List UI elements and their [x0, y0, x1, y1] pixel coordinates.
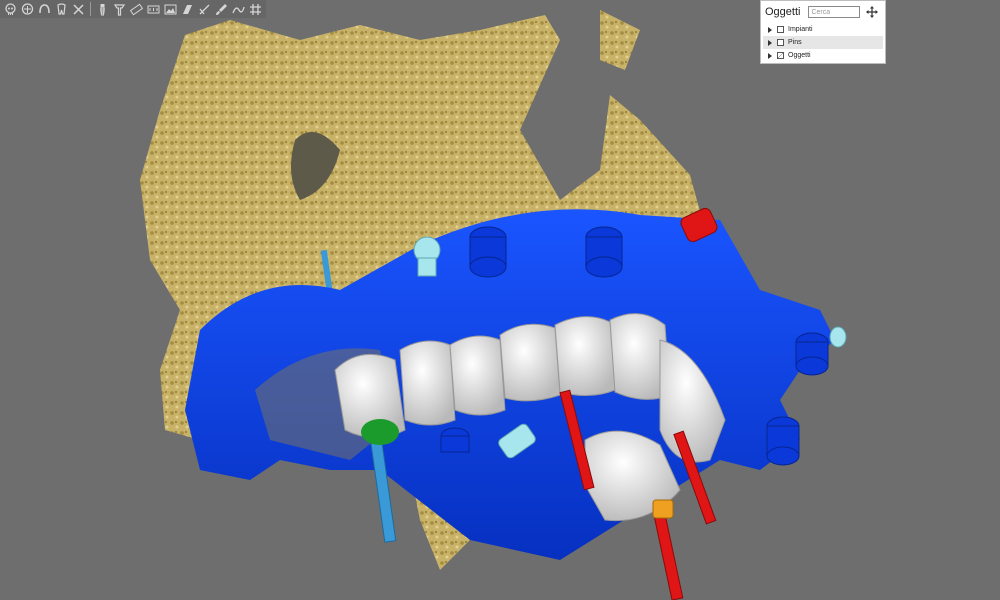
ruler-icon[interactable]: [128, 1, 145, 18]
curve-icon[interactable]: [230, 1, 247, 18]
objects-panel-header: Oggetti: [761, 1, 885, 23]
toolbar-separator: [90, 2, 91, 16]
implant-icon[interactable]: [94, 1, 111, 18]
dental-arch-icon[interactable]: [36, 1, 53, 18]
close-icon[interactable]: [70, 1, 87, 18]
brush-icon[interactable]: [213, 1, 230, 18]
tree-item-impianti[interactable]: Impianti: [763, 23, 883, 36]
expand-arrow-icon[interactable]: [768, 26, 772, 33]
scene-render: [140, 10, 847, 600]
panoramic-icon[interactable]: [145, 1, 162, 18]
skull-front-icon[interactable]: [19, 1, 36, 18]
visibility-checkbox[interactable]: [777, 52, 784, 59]
abutment-icon[interactable]: [111, 1, 128, 18]
image-icon[interactable]: [162, 1, 179, 18]
grid-icon[interactable]: [247, 1, 264, 18]
skull-icon[interactable]: [2, 1, 19, 18]
toolbar: [0, 0, 266, 18]
tree-item-label: Pins: [788, 39, 802, 46]
objects-search-input[interactable]: [808, 6, 861, 18]
objects-panel-title: Oggetti: [765, 6, 801, 18]
expand-arrow-icon[interactable]: [768, 52, 772, 59]
tree-item-oggetti[interactable]: Oggetti: [763, 49, 883, 62]
move-icon[interactable]: [866, 6, 879, 18]
visibility-checkbox[interactable]: [777, 26, 784, 33]
3d-viewport[interactable]: [0, 0, 1000, 600]
cut-plane-icon[interactable]: [179, 1, 196, 18]
tree-item-label: Impianti: [788, 26, 813, 33]
draw-line-icon[interactable]: [196, 1, 213, 18]
tree-item-pins[interactable]: Pins: [763, 36, 883, 49]
visibility-checkbox[interactable]: [777, 39, 784, 46]
tooth-icon[interactable]: [53, 1, 70, 18]
expand-arrow-icon[interactable]: [768, 39, 772, 46]
objects-panel: Oggetti Impianti Pins Oggetti: [760, 0, 886, 64]
tree-item-label: Oggetti: [788, 52, 811, 59]
